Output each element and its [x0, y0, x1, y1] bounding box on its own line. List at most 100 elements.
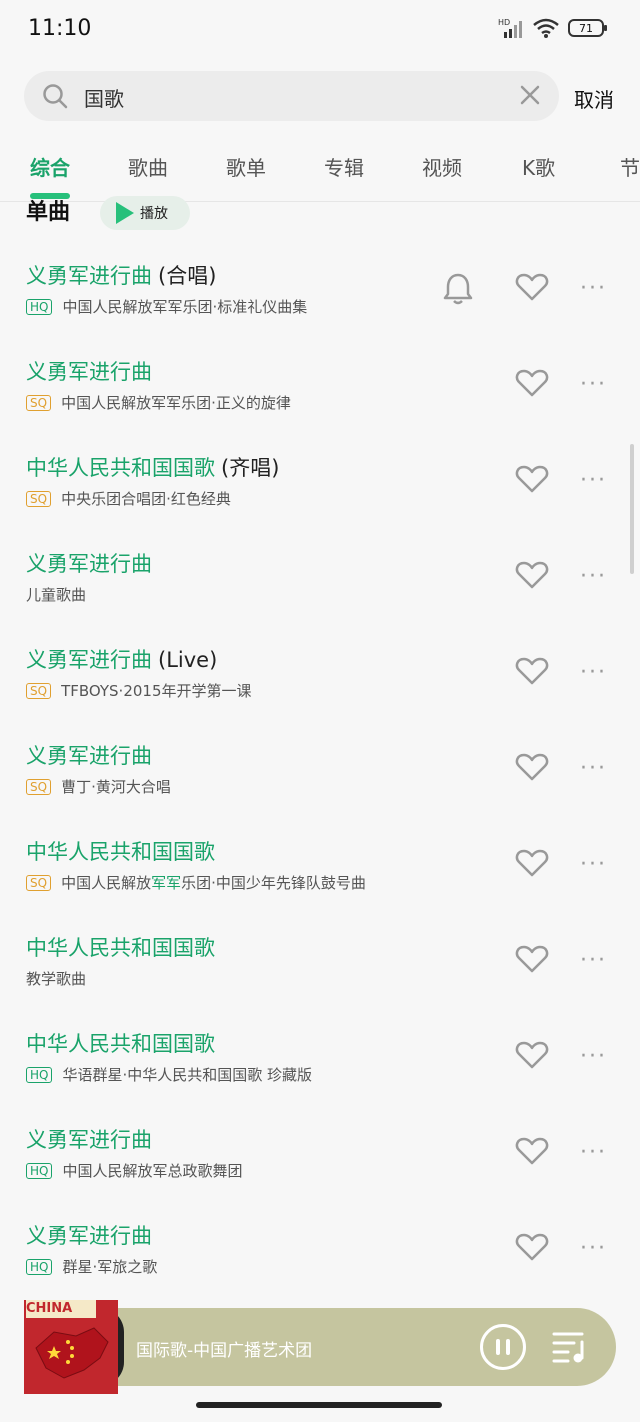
song-row[interactable]: 中华人民共和国国歌 (齐唱) SQ 中央乐团合唱团·红色经典 ··· [0, 442, 640, 538]
tab-bar: 综合 歌曲 歌单 专辑 视频 K歌 节 [0, 140, 640, 202]
song-artist-album: 中央乐团合唱团·红色经典 [61, 490, 231, 508]
quality-badge: HQ [26, 298, 53, 315]
heart-icon[interactable] [515, 848, 549, 878]
songs-section: 单曲 播放 义勇军进行曲 (合唱) HQ 中国人民解放军军乐团·标准礼仪曲集 ··· 义… [0, 196, 640, 1302]
song-name: 中华人民共和国国歌 [26, 456, 215, 480]
song-row[interactable]: 义勇军进行曲儿童歌曲 ··· [0, 538, 640, 634]
more-icon[interactable]: ··· [580, 1044, 607, 1069]
quality-badge: SQ [26, 778, 52, 795]
heart-icon[interactable] [515, 1136, 549, 1166]
tab-programs[interactable]: 节 [620, 152, 640, 181]
song-meta: HQ 华语群星·中华人民共和国国歌 珍藏版 [26, 1064, 312, 1085]
tab-songs[interactable]: 歌曲 [128, 152, 168, 181]
more-icon[interactable]: ··· [580, 852, 607, 877]
song-meta: SQ 曹丁·黄河大合唱 [26, 776, 171, 797]
more-icon[interactable]: ··· [580, 1236, 607, 1261]
meta-text: 中国人民解放 [61, 874, 152, 892]
heart-icon[interactable] [515, 464, 549, 494]
song-meta: SQ 中国人民解放军军乐团·正义的旋律 [26, 392, 291, 413]
song-artist-album: 曹丁·黄河大合唱 [61, 778, 171, 796]
more-icon[interactable]: ··· [580, 564, 607, 589]
song-row[interactable]: 中华人民共和国国歌 教学歌曲 ··· [0, 922, 640, 1018]
song-title: 中华人民共和国国歌 [26, 1028, 215, 1058]
quality-badge: HQ [26, 1162, 53, 1179]
song-artist-album: TFBOYS·2015年开学第一课 [61, 682, 252, 700]
tab-playlists[interactable]: 歌单 [226, 152, 266, 181]
song-name: 义勇军进行曲 [26, 1224, 152, 1248]
song-row[interactable]: 义勇军进行曲 SQ 中国人民解放军军乐团·正义的旋律 ··· [0, 346, 640, 442]
song-version: (齐唱) [221, 456, 280, 480]
song-name: 中华人民共和国国歌 [26, 936, 215, 960]
heart-icon[interactable] [515, 944, 549, 974]
heart-icon[interactable] [515, 656, 549, 686]
cancel-button[interactable]: 取消 [574, 84, 614, 113]
section-title: 单曲 [26, 200, 71, 225]
home-indicator[interactable] [196, 1402, 442, 1408]
song-meta: SQ 中国人民解放军军乐团·中国少年先锋队鼓号曲 [26, 872, 366, 893]
heart-icon[interactable] [515, 272, 549, 302]
more-icon[interactable]: ··· [580, 276, 607, 301]
clear-icon[interactable] [519, 84, 541, 106]
quality-badge: SQ [26, 394, 52, 411]
heart-icon[interactable] [515, 560, 549, 590]
more-icon[interactable]: ··· [580, 468, 607, 493]
heart-icon[interactable] [515, 1232, 549, 1262]
status-icons: HD 71 [498, 18, 607, 38]
song-name: 义勇军进行曲 [26, 264, 152, 288]
song-meta: HQ 中国人民解放军总政歌舞团 [26, 1160, 242, 1181]
wifi-icon [533, 18, 559, 38]
search-input[interactable]: 国歌 [24, 71, 559, 121]
meta-text: 乐团·中国少年先锋队鼓号曲 [181, 874, 366, 892]
now-playing-title: 国际歌-中国广播艺术团 [136, 1341, 313, 1361]
song-row[interactable]: 义勇军进行曲 HQ 群星·军旅之歌 ··· [0, 1210, 640, 1306]
song-title: 义勇军进行曲 (Live) [26, 644, 217, 674]
scrollbar[interactable] [630, 444, 634, 574]
battery-icon: 71 [568, 19, 607, 37]
song-artist-album: 中国人民解放军军乐团·中国少年先锋队鼓号曲 [61, 872, 366, 893]
song-artist-album: 儿童歌曲 [26, 586, 87, 604]
more-icon[interactable]: ··· [580, 1140, 607, 1165]
song-row[interactable]: 义勇军进行曲 (Live) SQ TFBOYS·2015年开学第一课 ··· [0, 634, 640, 730]
bell-icon[interactable] [442, 272, 474, 306]
tab-albums[interactable]: 专辑 [324, 152, 364, 181]
song-meta: HQ 中国人民解放军军乐团·标准礼仪曲集 [26, 296, 307, 317]
tab-videos[interactable]: 视频 [422, 152, 462, 181]
play-icon [116, 202, 134, 224]
song-row[interactable]: 义勇军进行曲 (合唱) HQ 中国人民解放军军乐团·标准礼仪曲集 ··· [0, 250, 640, 346]
song-row[interactable]: 义勇军进行曲 SQ 曹丁·黄河大合唱 ··· [0, 730, 640, 826]
song-title: 义勇军进行曲 [26, 1220, 152, 1250]
heart-icon[interactable] [515, 1040, 549, 1070]
status-bar: 11:10 HD 71 [0, 0, 640, 60]
meta-highlight: 军军 [151, 874, 182, 892]
mini-player[interactable]: CHINA 国际歌-中国广播艺术团 [24, 1300, 616, 1394]
song-version: (Live) [158, 648, 218, 672]
song-title: 义勇军进行曲 [26, 548, 152, 578]
more-icon[interactable]: ··· [580, 660, 607, 685]
tab-karaoke[interactable]: K歌 [522, 152, 555, 181]
playlist-icon[interactable] [552, 1330, 588, 1364]
song-name: 义勇军进行曲 [26, 1128, 152, 1152]
song-artist-album: 中国人民解放军军乐团·正义的旋律 [61, 394, 291, 412]
song-artist-album: 中国人民解放军军乐团·标准礼仪曲集 [62, 298, 308, 316]
song-name: 中华人民共和国国歌 [26, 840, 215, 864]
more-icon[interactable]: ··· [580, 756, 607, 781]
song-row[interactable]: 义勇军进行曲 HQ 中国人民解放军总政歌舞团 ··· [0, 1114, 640, 1210]
album-cover[interactable]: CHINA [24, 1300, 118, 1394]
quality-badge: HQ [26, 1258, 53, 1275]
svg-text:HD: HD [498, 18, 510, 27]
song-artist-album: 华语群星·中华人民共和国国歌 珍藏版 [62, 1066, 313, 1084]
heart-icon[interactable] [515, 752, 549, 782]
more-icon[interactable]: ··· [580, 948, 607, 973]
song-name: 中华人民共和国国歌 [26, 1032, 215, 1056]
signal-icon: HD [498, 18, 522, 38]
more-icon[interactable]: ··· [580, 372, 607, 397]
tab-all[interactable]: 综合 [30, 152, 70, 181]
heart-icon[interactable] [515, 368, 549, 398]
song-artist-album: 群星·军旅之歌 [62, 1258, 158, 1276]
search-icon [43, 84, 68, 109]
pause-button[interactable] [480, 1324, 526, 1370]
song-meta: 教学歌曲 [26, 968, 86, 989]
play-all-button[interactable]: 播放 [100, 196, 190, 230]
song-row[interactable]: 中华人民共和国国歌 SQ 中国人民解放军军乐团·中国少年先锋队鼓号曲 ··· [0, 826, 640, 922]
song-row[interactable]: 中华人民共和国国歌 HQ 华语群星·中华人民共和国国歌 珍藏版 ··· [0, 1018, 640, 1114]
